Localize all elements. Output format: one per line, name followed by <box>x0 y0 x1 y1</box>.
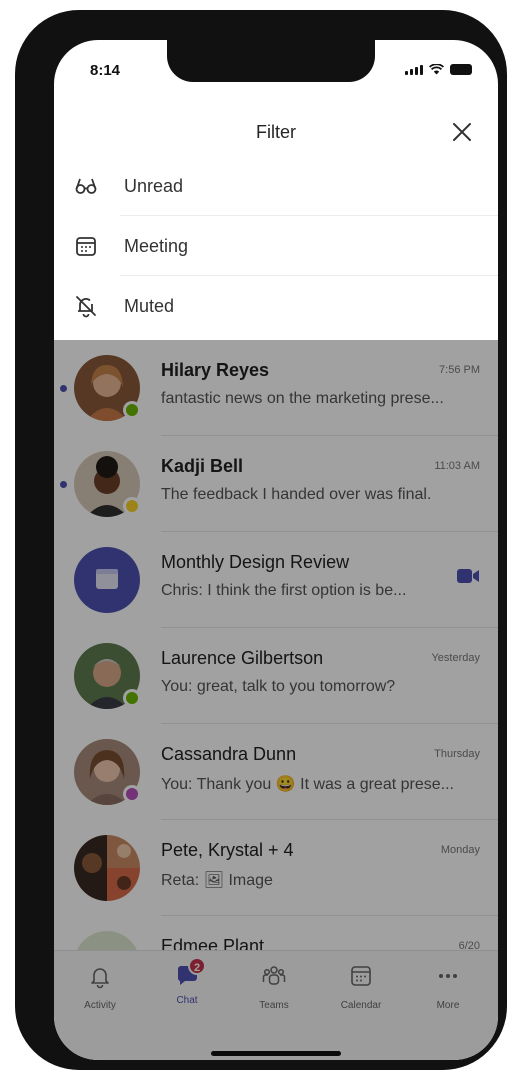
signal-icon <box>405 64 423 75</box>
calendar-icon <box>76 237 96 256</box>
status-icons <box>405 64 472 75</box>
wifi-icon <box>429 64 444 75</box>
filter-option-meeting[interactable]: Meeting <box>54 216 498 276</box>
filter-option-label: Unread <box>124 176 184 196</box>
bell-off-icon <box>76 296 96 318</box>
filter-option-label: Meeting <box>124 236 189 256</box>
filter-option-label: Muted <box>124 296 175 316</box>
phone-frame: 8:14 Filter Unread Meeting Muted Hilary … <box>15 10 507 1070</box>
filter-title: Filter <box>256 122 296 142</box>
device-notch <box>167 40 375 82</box>
status-time: 8:14 <box>90 62 121 79</box>
close-icon <box>453 123 471 141</box>
dim-overlay[interactable] <box>54 340 498 1060</box>
app-screen: 8:14 Filter Unread Meeting Muted Hilary … <box>54 40 498 1060</box>
filter-option-unread[interactable]: Unread <box>54 156 498 216</box>
close-button[interactable] <box>448 118 476 146</box>
filter-option-muted[interactable]: Muted <box>54 276 498 336</box>
glasses-icon <box>75 178 97 194</box>
filter-panel: Filter Unread Meeting Muted <box>54 104 498 340</box>
battery-icon <box>450 64 472 75</box>
